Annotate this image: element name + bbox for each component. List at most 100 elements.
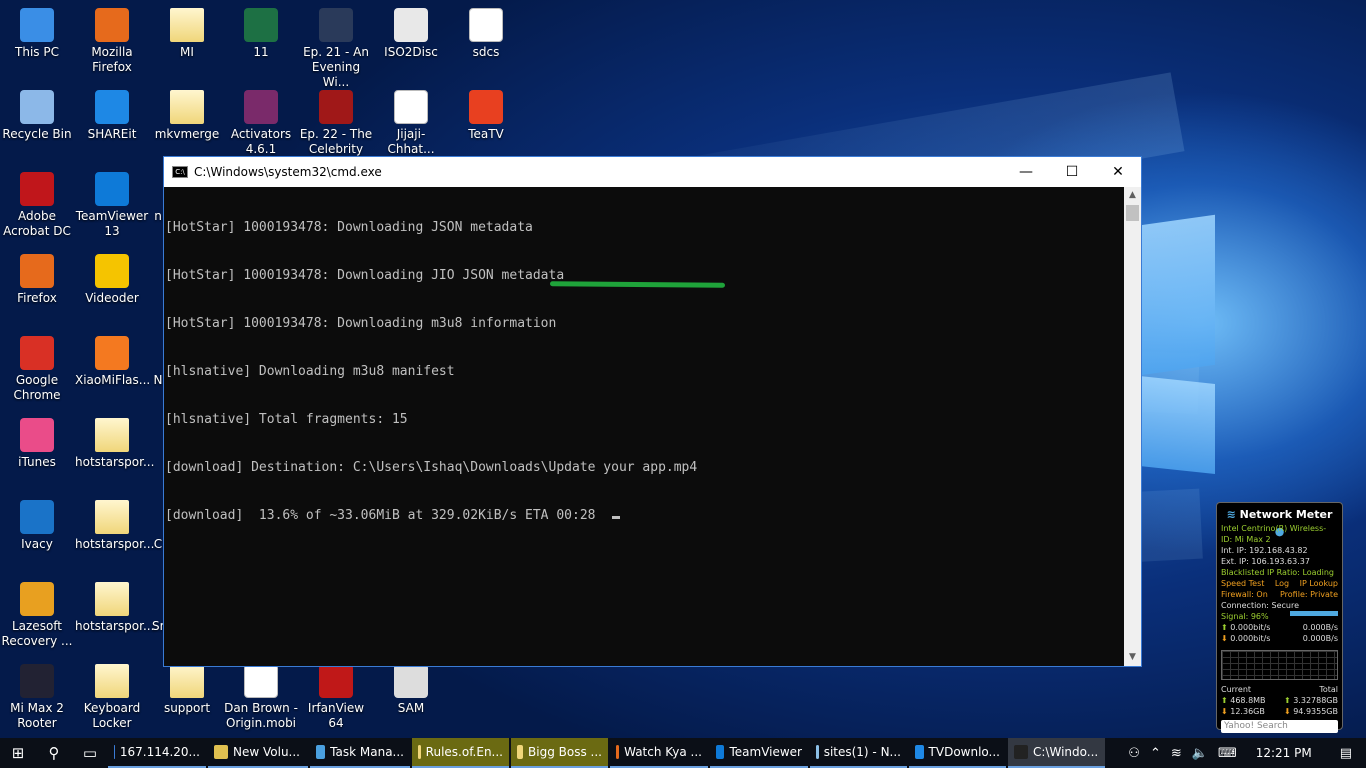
close-button[interactable]: ✕ (1095, 157, 1141, 187)
desktop-icon-label: Google Chrome (13, 373, 61, 402)
desktop-icon[interactable]: Mozilla Firefox (75, 8, 149, 75)
signal-bar (1290, 611, 1338, 616)
blacklist-ratio: Blacklisted IP Ratio: Loading (1221, 568, 1335, 577)
desktop-icon[interactable]: Ivacy (0, 500, 74, 552)
speed-test-link[interactable]: Speed Test (1221, 578, 1264, 589)
console-line-progress: [download] 13.6% of ~33.06MiB at 329.02K… (165, 508, 1124, 524)
desktop-icon[interactable]: IrfanView 64 (299, 664, 373, 731)
desktop-icon-label: 11 (253, 45, 269, 59)
scroll-up-arrow-icon[interactable]: ▲ (1124, 187, 1141, 204)
desktop-icon[interactable]: ISO2Disc (374, 8, 448, 60)
taskbar-item[interactable]: Bigg Boss ... (511, 738, 608, 768)
desktop-icon-label: Mi Max 2 Rooter (10, 701, 64, 730)
taskbar-item[interactable]: Task Mana... (310, 738, 410, 768)
taskbar-item[interactable]: New Volu... (208, 738, 308, 768)
maximize-button[interactable]: ☐ (1049, 157, 1095, 187)
task-view-button[interactable]: ▭ (72, 738, 108, 768)
console-line: [hlsnative] Total fragments: 15 (165, 412, 408, 427)
console-line: [download] 13.6% of ~33.06MiB at 329.02K… (165, 508, 596, 523)
desktop-icon-label: This PC (15, 45, 59, 59)
desktop-icon[interactable]: Dan Brown - Origin.mobi (224, 664, 298, 731)
desktop-icon[interactable]: Activators 4.6.1 (224, 90, 298, 157)
desktop-icon[interactable]: MI (150, 8, 224, 60)
taskbar-app-icon (716, 745, 725, 759)
taskbar-item[interactable]: TVDownlo... (909, 738, 1006, 768)
scroll-thumb[interactable] (1126, 205, 1139, 221)
desktop-icon[interactable]: sdcs (449, 8, 523, 60)
vertical-scrollbar[interactable]: ▲ ▼ (1124, 187, 1141, 666)
minimize-button[interactable]: — (1003, 157, 1049, 187)
desktop-icon[interactable]: Videoder (75, 254, 149, 306)
taskbar-item[interactable]: 167.114.20... (108, 738, 206, 768)
desktop-icon[interactable]: hotstarspor... (75, 500, 154, 552)
taskbar-app-icon (418, 745, 421, 759)
desktop-icon[interactable]: This PC (0, 8, 74, 60)
desktop-icon[interactable]: TeamViewer 13 (75, 172, 149, 239)
taskbar-item-label: TeamViewer (729, 745, 802, 759)
desktop-icon-label: Activators 4.6.1 (230, 127, 292, 156)
taskbar-item[interactable]: TeamViewer (710, 738, 808, 768)
taskbar-item[interactable]: Rules.of.En... (412, 738, 509, 768)
log-link[interactable]: Log (1275, 578, 1289, 589)
keyboard-icon[interactable]: ⌨ (1213, 746, 1242, 761)
wifi-tray-icon[interactable]: ≋ (1166, 746, 1187, 761)
mi-icon (95, 336, 129, 370)
chevron-up-icon[interactable]: ⌃ (1145, 746, 1166, 761)
scroll-down-arrow-icon[interactable]: ▼ (1124, 649, 1141, 666)
search-button[interactable]: ⚲ (36, 738, 72, 768)
system-tray: ⚇ ⌃ ≋ 🔈 ⌨ 12:21 PM ▤ (1123, 738, 1366, 768)
desktop-icon-label: Ivacy (21, 537, 53, 551)
notification-icon[interactable]: ▤ (1326, 746, 1366, 761)
document-icon (244, 664, 278, 698)
cmd-window[interactable]: C:\ C:\Windows\system32\cmd.exe — ☐ ✕ [H… (163, 156, 1142, 667)
yahoo-search-input[interactable]: Yahoo! Search (1221, 720, 1338, 733)
desktop-icon[interactable]: SHAREit (75, 90, 149, 142)
desktop-icon[interactable]: hotstarspor... (75, 582, 154, 634)
ivacy-icon (20, 500, 54, 534)
taskbar-app-icon (114, 745, 115, 759)
desktop-icon[interactable]: Firefox (0, 254, 74, 306)
console-output[interactable]: [HotStar] 1000193478: Downloading JSON m… (164, 187, 1124, 666)
desktop-icon-label: ISO2Disc (384, 45, 438, 59)
desktop-icon[interactable]: support (150, 664, 224, 716)
desktop-icon-label: SAM (397, 701, 425, 715)
ip-lookup-link[interactable]: IP Lookup (1300, 578, 1338, 589)
desktop-icon[interactable]: Ep. 21 - An Evening Wi... (299, 8, 373, 90)
desktop-icon[interactable]: iTunes (0, 418, 74, 470)
videoder-icon (95, 254, 129, 288)
excel-icon (244, 8, 278, 42)
taskbar-item[interactable]: C:\Windo... (1008, 738, 1105, 768)
desktop-icon[interactable]: Lazesoft Recovery ... (0, 582, 74, 649)
taskbar-item-label: Bigg Boss ... (528, 745, 602, 759)
signal-strength: Signal: 96% (1221, 612, 1269, 621)
desktop-icon[interactable]: SAM (374, 664, 448, 716)
desktop-icon[interactable]: Google Chrome (0, 336, 74, 403)
taskbar-item[interactable]: sites(1) - N... (810, 738, 907, 768)
shareit-icon (95, 90, 129, 124)
clock[interactable]: 12:21 PM (1242, 746, 1326, 760)
desktop-icon[interactable]: Mi Max 2 Rooter (0, 664, 74, 731)
desktop-icon[interactable]: TeaTV (449, 90, 523, 142)
desktop-icon[interactable]: mkvmerge (150, 90, 224, 142)
desktop-icon[interactable]: Keyboard Locker (75, 664, 149, 731)
desktop-icon[interactable]: Adobe Acrobat DC (0, 172, 74, 239)
desktop-icon-label: IrfanView 64 (307, 701, 365, 730)
start-button[interactable]: ⊞ (0, 738, 36, 768)
volume-icon[interactable]: 🔈 (1187, 746, 1213, 761)
desktop-icon[interactable]: 11 (224, 8, 298, 60)
desktop-icon[interactable]: Jijaji-Chhat... (374, 90, 448, 157)
desktop-icon[interactable]: hotstarspor... (75, 418, 155, 470)
cmd-titlebar[interactable]: C:\ C:\Windows\system32\cmd.exe — ☐ ✕ (164, 157, 1141, 187)
desktop-icon-label: hotstarspor... (75, 455, 155, 469)
console-line: [HotStar] 1000193478: Downloading JSON m… (165, 220, 533, 235)
desktop-icon[interactable]: Recycle Bin (0, 90, 74, 142)
taskbar-item[interactable]: Watch Kya ... (610, 738, 708, 768)
people-icon[interactable]: ⚇ (1123, 746, 1145, 761)
desktop-icon-label: SHAREit (87, 127, 137, 141)
upload-rate: ⬆ 0.000bit/s (1221, 623, 1271, 632)
internal-ip: Int. IP: 192.168.43.82 (1221, 546, 1308, 555)
desktop-icon[interactable]: XiaoMiFlas... (75, 336, 150, 388)
desktop-icon-label: sdcs (472, 45, 500, 59)
taskbar-item-label: C:\Windo... (1033, 745, 1099, 759)
network-meter-gadget[interactable]: ≋ Network Meter ● Intel Centrino(R) Wire… (1216, 502, 1343, 733)
